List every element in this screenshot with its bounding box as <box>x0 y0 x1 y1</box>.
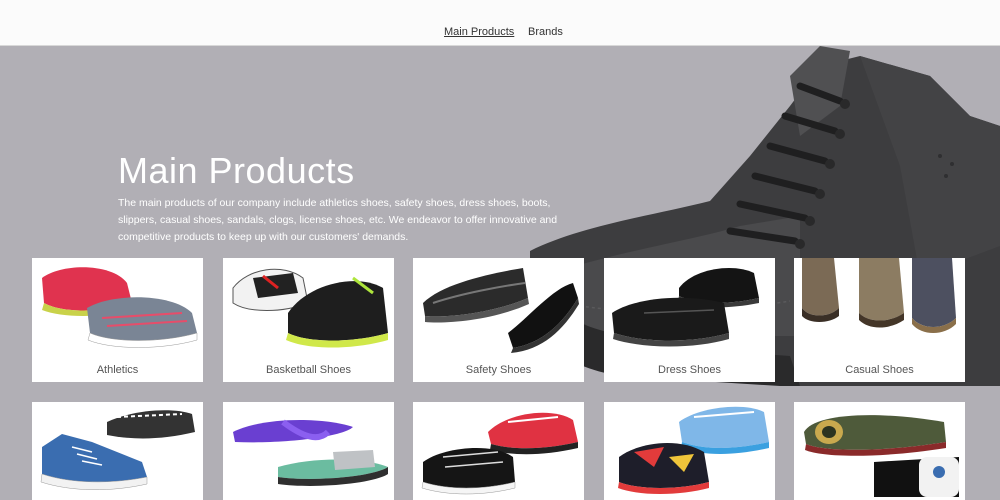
safety-shoes-image <box>413 258 584 358</box>
sandals-image <box>223 402 394 500</box>
product-card-casual-shoes[interactable]: Casual Shoes <box>794 258 965 382</box>
product-card-light-up-shoes[interactable] <box>604 402 775 500</box>
product-label: Dress Shoes <box>604 358 775 382</box>
product-card-kids-sports-shoes[interactable] <box>413 402 584 500</box>
product-card-slippers[interactable] <box>794 402 965 500</box>
nav-link-main-products[interactable]: Main Products <box>444 26 514 38</box>
product-card-basketball-shoes[interactable]: Basketball Shoes <box>223 258 394 382</box>
product-label: Athletics <box>32 358 203 382</box>
product-label: Casual Shoes <box>794 358 965 382</box>
kids-sports-shoes-image <box>413 402 584 500</box>
product-label: Basketball Shoes <box>223 358 394 382</box>
page-title: Main Products <box>118 150 355 191</box>
light-up-shoes-image <box>604 402 775 500</box>
basketball-shoes-image <box>223 258 394 358</box>
top-nav: Main Products Brands <box>0 0 1000 46</box>
canvas-shoes-image <box>32 402 203 500</box>
product-card-athletics[interactable]: Athletics <box>32 258 203 382</box>
slippers-image <box>794 402 965 500</box>
dress-shoes-image <box>604 258 775 358</box>
product-label: Safety Shoes <box>413 358 584 382</box>
athletics-shoes-image <box>32 258 203 358</box>
product-card-dress-shoes[interactable]: Dress Shoes <box>604 258 775 382</box>
product-card-sandals[interactable] <box>223 402 394 500</box>
casual-shoes-image <box>794 258 965 358</box>
hero-description: The main products of our company include… <box>118 197 558 243</box>
product-card-safety-shoes[interactable]: Safety Shoes <box>413 258 584 382</box>
product-card-canvas-shoes[interactable] <box>32 402 203 500</box>
nav-link-brands[interactable]: Brands <box>528 26 563 38</box>
